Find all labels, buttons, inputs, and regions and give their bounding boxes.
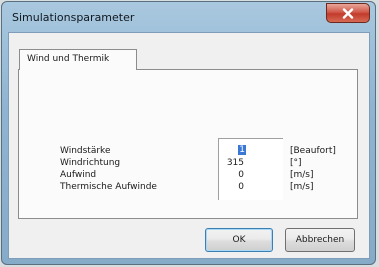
aufwind-input[interactable]: 0 xyxy=(194,170,244,180)
label-thermische-aufwinde: Thermische Aufwinde xyxy=(60,182,157,192)
unit-aufwind: [m/s] xyxy=(290,170,314,180)
title-bar[interactable]: Simulationsparameter xyxy=(2,2,375,32)
tab-wind-und-thermik[interactable]: Wind und Thermik xyxy=(19,49,137,70)
window-title: Simulationsparameter xyxy=(12,11,135,24)
unit-thermische-aufwinde: [m/s] xyxy=(290,182,314,192)
ok-button[interactable]: OK xyxy=(205,228,273,252)
unit-windstaerke: [Beaufort] xyxy=(290,146,336,156)
close-button[interactable] xyxy=(326,3,370,23)
close-icon xyxy=(341,7,355,19)
thermische-aufwinde-input[interactable]: 0 xyxy=(194,182,244,192)
dialog-window: Simulationsparameter Wind und Thermik Wi… xyxy=(1,1,376,265)
label-windstaerke: Windstärke xyxy=(60,146,111,156)
dialog-client: Wind und Thermik Windstärke Windrichtung… xyxy=(8,32,370,259)
tab-panel: Windstärke Windrichtung Aufwind Thermisc… xyxy=(18,69,358,219)
windrichtung-input[interactable]: 315 xyxy=(194,158,244,168)
cancel-button[interactable]: Abbrechen xyxy=(285,228,355,252)
unit-windrichtung: [°] xyxy=(290,158,302,168)
label-windrichtung: Windrichtung xyxy=(60,158,121,168)
tab-label: Wind und Thermik xyxy=(27,54,110,64)
windstaerke-input[interactable]: 1 xyxy=(238,145,246,155)
label-aufwind: Aufwind xyxy=(60,170,97,180)
